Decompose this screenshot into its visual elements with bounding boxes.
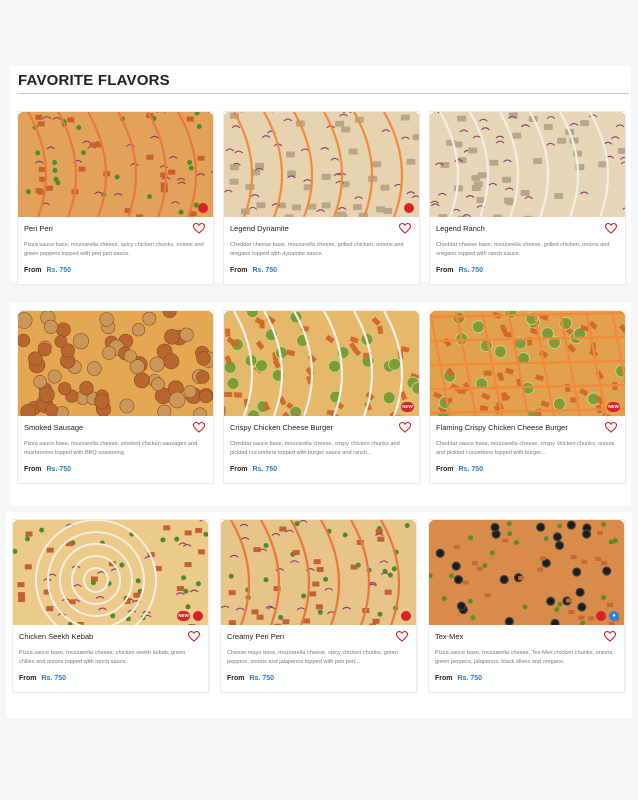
price-amount: Rs. 750 [249,675,275,682]
product-card[interactable]: NEW Flaming Crispy Chicken Cheese Burger C… [430,311,625,483]
product-price: From Rs. 750 [24,466,71,473]
product-card[interactable]: Peri Peri Pizza sauce base, mozzarella ch… [18,112,213,284]
badge-group: ● [596,611,619,621]
product-description: Pizza sauce base, mozzarella cheese, smo… [24,441,198,456]
chili-icon [404,203,414,213]
pizza-image[interactable] [221,520,416,625]
price-amount: Rs. 750 [46,466,72,473]
price-amount: Rs. 750 [41,675,67,682]
badge-group: NEW [607,402,620,412]
product-price: From Rs. 750 [227,675,274,682]
product-name[interactable]: Creamy Peri Peri [227,632,284,641]
price-amount: Rs. 750 [458,267,484,274]
product-card[interactable]: NEW Crispy Chicken Cheese Burger Cheddar s… [224,311,419,483]
product-description: Cheese mayo base, mozzarella cheese, spi… [227,650,399,665]
chili-icon [198,203,208,213]
pizza-image[interactable] [430,112,625,217]
favorite-heart-icon[interactable] [603,629,617,642]
product-price: From Rs. 750 [24,267,71,274]
price-prefix: From [227,675,245,682]
product-description: Cheddar cheese base, mozzarella cheese, … [436,242,610,257]
product-description: Cheddar sauce base, mozzarella cheese, c… [436,441,615,456]
price-prefix: From [19,675,37,682]
section-title: FAVORITE FLAVORS [18,72,170,89]
favorite-heart-icon[interactable] [395,629,409,642]
pizza-image[interactable] [18,311,213,416]
product-card[interactable]: Legend Ranch Cheddar cheese base, mozzare… [430,112,625,284]
product-description: Pizza sauce base, mozzarella cheese, spi… [24,242,204,257]
badge-group [401,611,411,621]
product-description: Cheddar cheese base, mozzarella cheese, … [230,242,404,257]
product-price: From Rs. 750 [436,267,483,274]
product-price: From Rs. 750 [230,466,277,473]
product-card[interactable]: Legend Dynamite Cheddar cheese base, mozz… [224,112,419,284]
product-name[interactable]: Flaming Crispy Chicken Cheese Burger [436,423,568,432]
new-badge-icon: NEW [401,402,414,412]
price-prefix: From [436,267,454,274]
badge-group: NEW [177,611,203,621]
product-description: Pizza sauce base, mozzarella cheese, chi… [19,650,186,665]
product-name[interactable]: Smoked Sausage [24,423,83,432]
price-amount: Rs. 750 [252,267,278,274]
pizza-image[interactable]: NEW [224,311,419,416]
chili-icon [401,611,411,621]
chili-icon [596,611,606,621]
product-price: From Rs. 750 [230,267,277,274]
price-prefix: From [436,466,454,473]
new-badge-icon: NEW [607,402,620,412]
product-card[interactable]: Smoked Sausage Pizza sauce base, mozzarel… [18,311,213,483]
product-name[interactable]: Crispy Chicken Cheese Burger [230,423,333,432]
product-card[interactable]: NEW Chicken Seekh Kebab Pizza sauce base, … [13,520,208,692]
veg-badge-icon: ● [609,611,619,621]
price-amount: Rs. 750 [252,466,278,473]
pizza-image[interactable] [18,112,213,217]
favorite-heart-icon[interactable] [192,420,206,433]
pizza-image[interactable] [224,112,419,217]
product-description: Pizza sauce base, mozzarella cheese, Tex… [435,650,614,665]
product-price: From Rs. 750 [436,466,483,473]
favorite-heart-icon[interactable] [398,420,412,433]
product-price: From Rs. 750 [435,675,482,682]
product-description: Cheddar sauce base, mozzarella cheese, c… [230,441,400,456]
price-amount: Rs. 750 [457,675,483,682]
section-divider [17,93,629,94]
badge-group: NEW [401,402,414,412]
price-prefix: From [435,675,453,682]
chili-icon [193,611,203,621]
favorite-heart-icon[interactable] [604,221,618,234]
price-prefix: From [230,267,248,274]
product-card[interactable]: ● Tex-Mex Pizza sauce base, mozzarella che… [429,520,624,692]
price-prefix: From [24,466,42,473]
favorite-heart-icon[interactable] [604,420,618,433]
product-card[interactable]: Creamy Peri Peri Cheese mayo base, mozzar… [221,520,416,692]
product-name[interactable]: Tex-Mex [435,632,463,641]
badge-group [198,203,208,213]
product-name[interactable]: Peri Peri [24,224,53,233]
product-name[interactable]: Legend Dynamite [230,224,289,233]
price-prefix: From [230,466,248,473]
price-prefix: From [24,267,42,274]
price-amount: Rs. 750 [46,267,72,274]
badge-group [404,203,414,213]
pizza-image[interactable]: ● [429,520,624,625]
favorite-heart-icon[interactable] [187,629,201,642]
pizza-image[interactable]: NEW [430,311,625,416]
new-badge-icon: NEW [177,611,190,621]
product-price: From Rs. 750 [19,675,66,682]
price-amount: Rs. 750 [458,466,484,473]
favorite-heart-icon[interactable] [398,221,412,234]
pizza-image[interactable]: NEW [13,520,208,625]
product-name[interactable]: Chicken Seekh Kebab [19,632,93,641]
favorite-heart-icon[interactable] [192,221,206,234]
product-name[interactable]: Legend Ranch [436,224,485,233]
